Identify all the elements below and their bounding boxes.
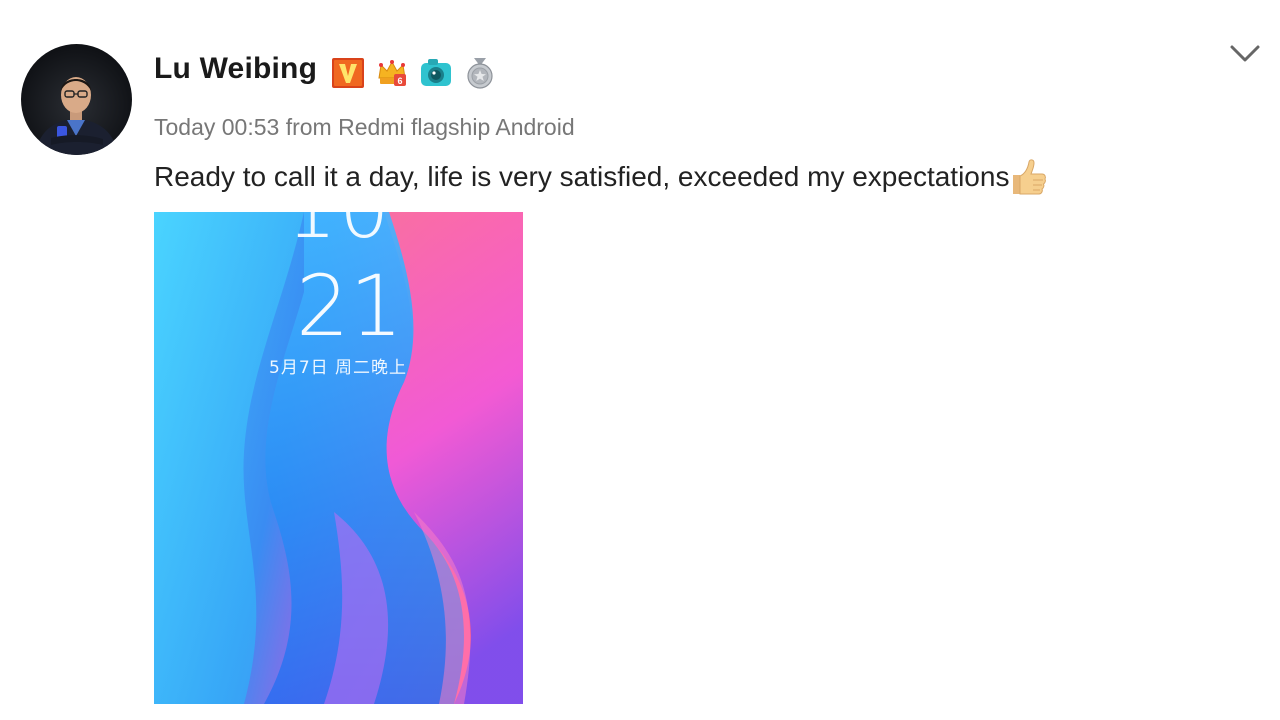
medal-badge-icon[interactable]: [463, 56, 497, 90]
thumbs-up-emoji-icon: [1007, 156, 1049, 198]
post-text: Ready to call it a day, life is very sat…: [154, 161, 1010, 192]
avatar[interactable]: [21, 44, 132, 155]
post-text-row: Ready to call it a day, life is very sat…: [154, 156, 1049, 198]
svg-text:6: 6: [397, 76, 402, 86]
lockscreen-hour: 10: [286, 212, 392, 250]
camera-badge-icon[interactable]: [419, 56, 453, 90]
author-name[interactable]: Lu Weibing: [154, 52, 317, 86]
verified-v-badge-icon[interactable]: [331, 56, 365, 90]
lockscreen-minute: 21: [296, 257, 403, 355]
lockscreen-date: 5月7日 周二晚上: [269, 358, 408, 378]
weibo-post: Lu Weibing 6 Today 00:53 from Redmi flag…: [0, 0, 1280, 720]
post-image[interactable]: 10 21 5月7日 周二晚上: [154, 212, 523, 704]
chevron-down-icon[interactable]: [1228, 40, 1262, 68]
post-meta: Today 00:53 from Redmi flagship Android: [154, 114, 575, 140]
crown-badge-icon[interactable]: 6: [375, 56, 409, 90]
author-badges: 6: [331, 56, 497, 90]
